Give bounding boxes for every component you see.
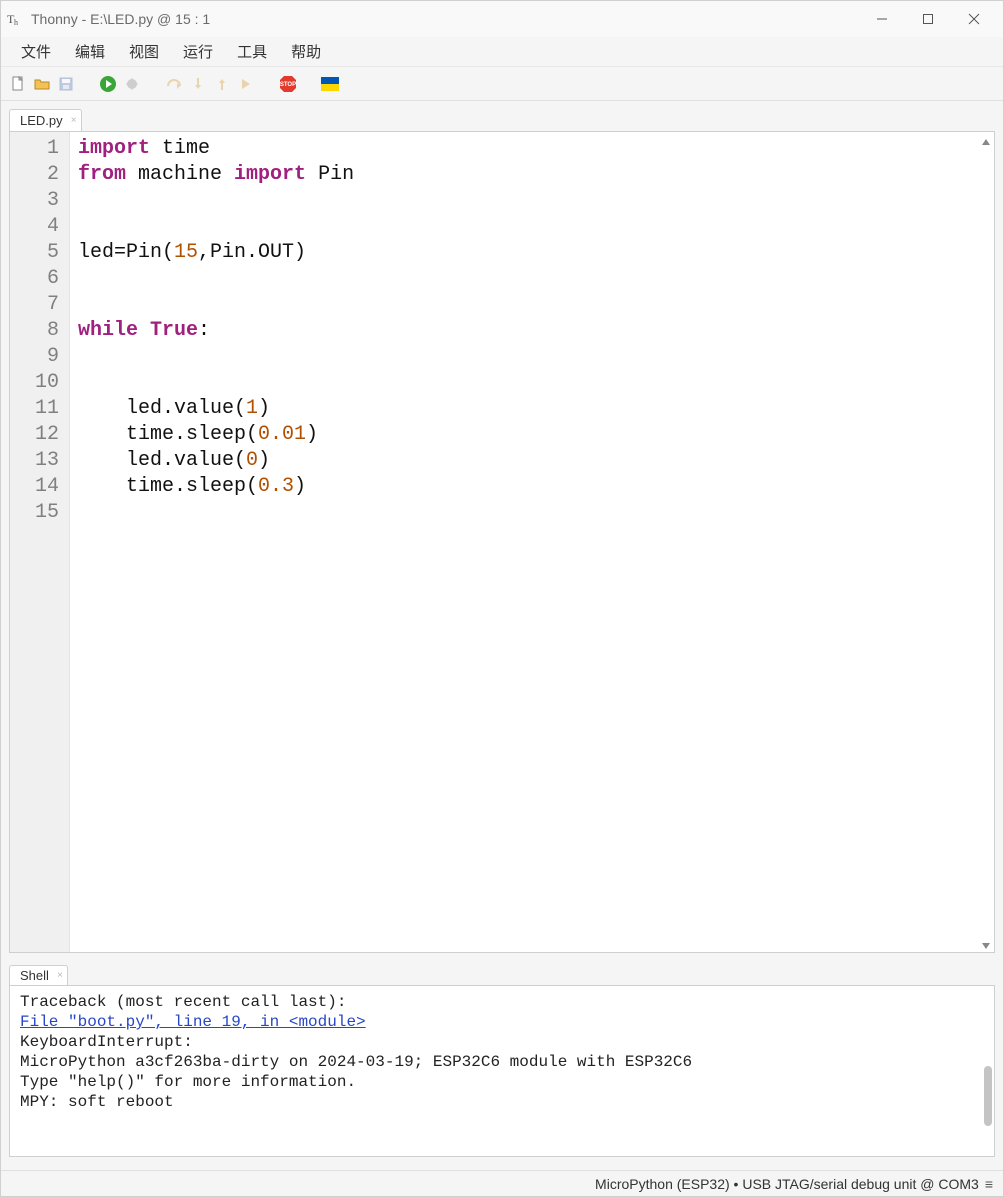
code-line[interactable]: time.sleep(0.3) — [78, 474, 986, 500]
code-line[interactable]: from machine import Pin — [78, 162, 986, 188]
new-file-button[interactable] — [7, 73, 29, 95]
shell-output[interactable]: Traceback (most recent call last): File … — [9, 985, 995, 1157]
line-number: 2 — [10, 162, 69, 188]
line-number: 13 — [10, 448, 69, 474]
code-line[interactable] — [78, 188, 986, 214]
line-number: 15 — [10, 500, 69, 526]
open-file-button[interactable] — [31, 73, 53, 95]
step-into-button[interactable] — [187, 73, 209, 95]
stop-button[interactable]: STOP — [277, 73, 299, 95]
shell-zone: Shell × Traceback (most recent call last… — [9, 961, 995, 1157]
code-line[interactable] — [78, 370, 986, 396]
line-number: 12 — [10, 422, 69, 448]
close-button[interactable] — [951, 1, 997, 37]
svg-text:STOP: STOP — [280, 82, 296, 88]
shell-line: Traceback (most recent call last): — [20, 992, 984, 1012]
code-line[interactable] — [78, 344, 986, 370]
close-icon[interactable]: × — [57, 970, 63, 981]
code-line[interactable] — [78, 266, 986, 292]
shell-line: MicroPython a3cf263ba-dirty on 2024-03-1… — [20, 1052, 984, 1072]
shell-tabbar: Shell × — [9, 961, 995, 985]
code-area[interactable]: import timefrom machine import Pin led=P… — [70, 132, 994, 952]
line-number: 10 — [10, 370, 69, 396]
menu-run[interactable]: 运行 — [171, 37, 225, 66]
step-over-button[interactable] — [163, 73, 185, 95]
shell-scrollbar-thumb[interactable] — [984, 1066, 992, 1126]
code-line[interactable]: led=Pin(15,Pin.OUT) — [78, 240, 986, 266]
editor-scrollbar[interactable] — [978, 132, 994, 952]
toolbar: STOP — [1, 67, 1003, 101]
window-title: Thonny - E:\LED.py @ 15 : 1 — [31, 11, 210, 27]
line-number: 6 — [10, 266, 69, 292]
line-number: 7 — [10, 292, 69, 318]
svg-text:h: h — [14, 18, 18, 27]
editor-tab-label: LED.py — [20, 113, 63, 128]
code-line[interactable] — [78, 500, 986, 526]
line-number-gutter: 123456789101112131415 — [10, 132, 70, 952]
code-line[interactable]: led.value(0) — [78, 448, 986, 474]
step-out-button[interactable] — [211, 73, 233, 95]
resume-button[interactable] — [235, 73, 257, 95]
shell-traceback-link[interactable]: File "boot.py", line 19, in <module> — [20, 1013, 366, 1031]
statusbar: MicroPython (ESP32) • USB JTAG/serial de… — [1, 1170, 1003, 1196]
hamburger-icon[interactable]: ≡ — [985, 1176, 993, 1192]
menu-tools[interactable]: 工具 — [225, 37, 279, 66]
line-number: 9 — [10, 344, 69, 370]
shell-line: MPY: soft reboot — [20, 1092, 984, 1112]
code-line[interactable]: led.value(1) — [78, 396, 986, 422]
menu-view[interactable]: 视图 — [117, 37, 171, 66]
code-editor[interactable]: 123456789101112131415 import timefrom ma… — [9, 131, 995, 953]
support-ukraine-icon[interactable] — [319, 73, 341, 95]
line-number: 1 — [10, 136, 69, 162]
editor-zone: LED.py × 123456789101112131415 import ti… — [9, 105, 995, 953]
titlebar: Th Thonny - E:\LED.py @ 15 : 1 — [1, 1, 1003, 37]
line-number: 3 — [10, 188, 69, 214]
app-window: Th Thonny - E:\LED.py @ 15 : 1 文件 编辑 视图 … — [0, 0, 1004, 1197]
app-icon: Th — [7, 11, 23, 27]
code-line[interactable]: import time — [78, 136, 986, 162]
save-file-button[interactable] — [55, 73, 77, 95]
menubar: 文件 编辑 视图 运行 工具 帮助 — [1, 37, 1003, 67]
line-number: 8 — [10, 318, 69, 344]
editor-tabbar: LED.py × — [9, 105, 995, 131]
run-button[interactable] — [97, 73, 119, 95]
scroll-down-icon[interactable] — [981, 938, 991, 948]
line-number: 4 — [10, 214, 69, 240]
editor-tab[interactable]: LED.py × — [9, 109, 82, 131]
menu-help[interactable]: 帮助 — [279, 37, 333, 66]
line-number: 5 — [10, 240, 69, 266]
maximize-button[interactable] — [905, 1, 951, 37]
code-line[interactable] — [78, 292, 986, 318]
close-icon[interactable]: × — [71, 115, 77, 126]
shell-line: KeyboardInterrupt: — [20, 1032, 984, 1052]
interpreter-status[interactable]: MicroPython (ESP32) • USB JTAG/serial de… — [595, 1176, 979, 1192]
menu-edit[interactable]: 编辑 — [63, 37, 117, 66]
code-line[interactable]: while True: — [78, 318, 986, 344]
line-number: 14 — [10, 474, 69, 500]
minimize-button[interactable] — [859, 1, 905, 37]
line-number: 11 — [10, 396, 69, 422]
debug-button[interactable] — [121, 73, 143, 95]
menu-file[interactable]: 文件 — [9, 37, 63, 66]
code-line[interactable]: time.sleep(0.01) — [78, 422, 986, 448]
shell-tab-label: Shell — [20, 968, 49, 983]
shell-tab[interactable]: Shell × — [9, 965, 68, 985]
scroll-up-icon[interactable] — [981, 134, 991, 144]
shell-line: Type "help()" for more information. — [20, 1072, 984, 1092]
code-line[interactable] — [78, 214, 986, 240]
